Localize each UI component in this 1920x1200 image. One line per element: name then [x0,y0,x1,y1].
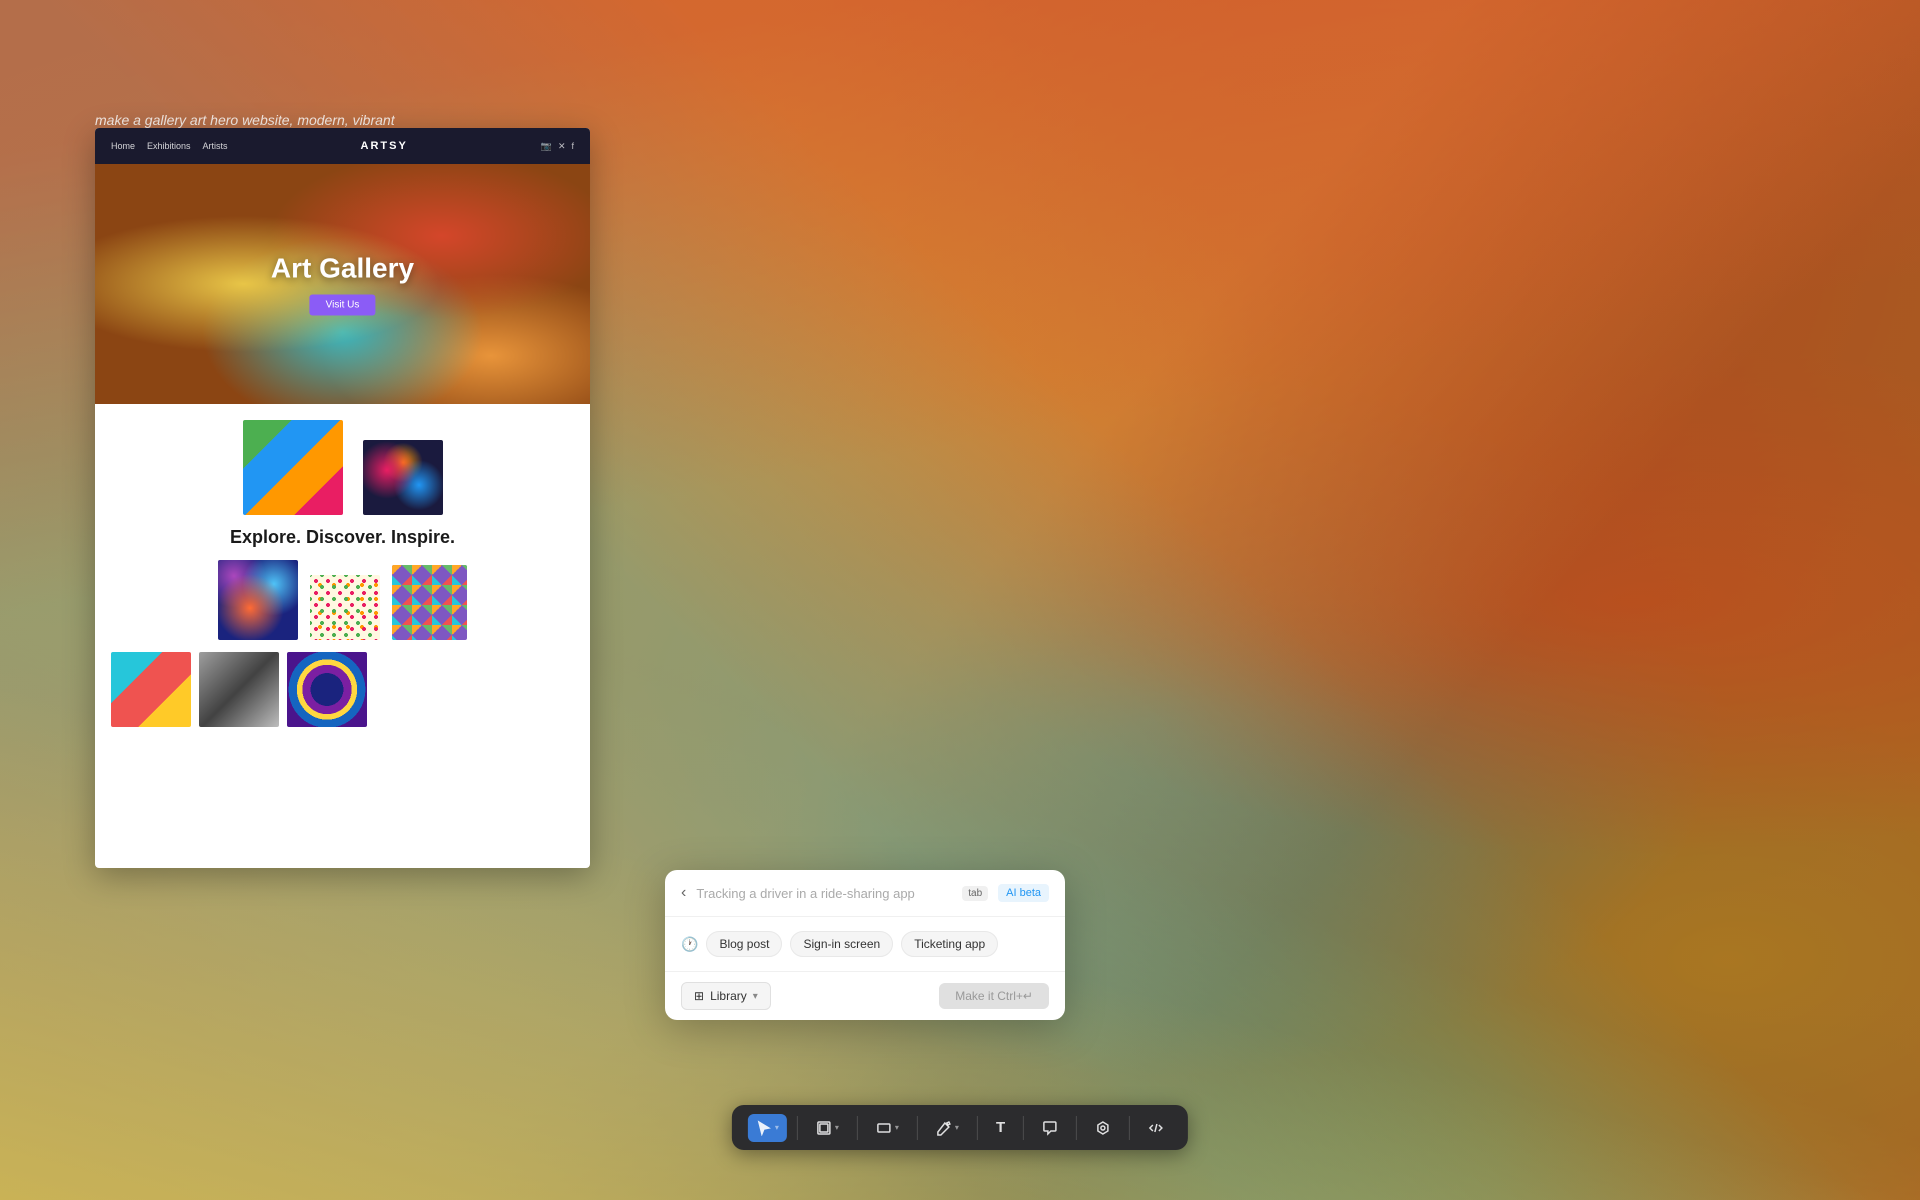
ai-prompt-popup: ‹ Tracking a driver in a ride-sharing ap… [665,870,1065,1020]
gallery-row-1 [111,420,574,515]
suggestion-sign-in-screen[interactable]: Sign-in screen [790,931,893,957]
site-hero: Art Gallery Visit Us [95,164,590,404]
instagram-icon: 📷 [541,141,552,152]
toolbar-divider-3 [917,1116,918,1140]
artwork-8 [287,652,367,727]
plugin-tool-button[interactable] [1087,1114,1119,1142]
artwork-4 [310,575,380,640]
code-icon [1148,1120,1164,1136]
plugin-icon [1095,1120,1111,1136]
ai-popup-header: ‹ Tracking a driver in a ride-sharing ap… [665,870,1065,917]
toolbar-divider-6 [1076,1116,1077,1140]
visit-us-button[interactable]: Visit Us [310,295,376,316]
twitter-icon: ✕ [558,141,566,152]
artwork-8-image [287,652,367,727]
artwork-5 [392,565,467,640]
ai-suggestions: 🕐 Blog post Sign-in screen Ticketing app [665,917,1065,971]
site-header: Home Exhibitions Artists ARTSY 📷 ✕ f [95,128,590,164]
bottom-toolbar: ▾ ▾ ▾ ▾ [732,1105,1188,1150]
select-tool-button[interactable]: ▾ [748,1114,787,1142]
toolbar-divider-1 [797,1116,798,1140]
hero-title: Art Gallery [271,253,414,285]
ai-popup-footer: ⊞ Library ▾ Make it Ctrl+↵ [665,971,1065,1020]
frame-tool-button[interactable]: ▾ [808,1114,847,1142]
gallery-section: Explore. Discover. Inspire. [95,404,590,743]
make-it-button[interactable]: Make it Ctrl+↵ [939,983,1049,1009]
artwork-1 [243,420,343,515]
toolbar-group-pen: ▾ [928,1114,967,1142]
toolbar-group-frame: ▾ [808,1114,847,1142]
library-chevron-icon: ▾ [753,991,758,1002]
artwork-3-image [218,560,298,640]
frame-tool-dropdown-arrow: ▾ [835,1123,839,1132]
rectangle-icon [876,1120,892,1136]
ai-back-button[interactable]: ‹ [681,885,686,901]
nav-home[interactable]: Home [111,141,135,151]
pen-tool-dropdown-arrow: ▾ [955,1123,959,1132]
gallery-row-2 [111,560,574,640]
text-tool-button[interactable]: T [988,1113,1013,1142]
pen-tool-button[interactable]: ▾ [928,1114,967,1142]
artwork-7-image [199,652,279,727]
gallery-row-3 [111,652,574,727]
gallery-tagline: Explore. Discover. Inspire. [111,527,574,548]
cursor-icon [756,1120,772,1136]
nav-exhibitions[interactable]: Exhibitions [147,141,191,151]
artwork-4-image [310,575,380,640]
hero-content: Art Gallery Visit Us [271,253,414,316]
artwork-1-image [243,420,343,515]
artwork-2-image [363,440,443,515]
toolbar-divider-5 [1023,1116,1024,1140]
artwork-5-image [392,565,467,640]
comment-tool-button[interactable] [1034,1114,1066,1142]
library-label: Library [710,989,747,1003]
library-button[interactable]: ⊞ Library ▾ [681,982,771,1010]
site-nav: Home Exhibitions Artists [111,141,228,151]
suggestion-ticketing-app[interactable]: Ticketing app [901,931,998,957]
facebook-icon: f [571,141,574,151]
artwork-3 [218,560,298,640]
site-logo: ARTSY [361,140,408,152]
ai-beta-badge: AI beta [998,884,1049,902]
artwork-7 [199,652,279,727]
shape-tool-button[interactable]: ▾ [868,1114,907,1142]
text-icon: T [996,1119,1005,1136]
code-tool-button[interactable] [1140,1114,1172,1142]
ai-tab-tag: tab [962,886,988,901]
toolbar-divider-7 [1129,1116,1130,1140]
site-social: 📷 ✕ f [541,141,574,152]
suggestion-blog-post[interactable]: Blog post [706,931,782,957]
library-icon: ⊞ [694,989,704,1003]
shape-tool-dropdown-arrow: ▾ [895,1123,899,1132]
clock-icon: 🕐 [681,936,698,953]
website-panel: Home Exhibitions Artists ARTSY 📷 ✕ f Art… [95,128,590,868]
artwork-6 [111,652,191,727]
comment-icon [1042,1120,1058,1136]
nav-artists[interactable]: Artists [203,141,228,151]
toolbar-divider-4 [977,1116,978,1140]
select-tool-dropdown-arrow: ▾ [775,1123,779,1132]
artwork-2 [363,440,443,515]
frame-icon [816,1120,832,1136]
toolbar-group-shape: ▾ [868,1114,907,1142]
prompt-text: make a gallery art hero website, modern,… [95,112,395,128]
toolbar-group-select: ▾ [748,1114,787,1142]
ai-input-placeholder: Tracking a driver in a ride-sharing app [696,886,948,901]
pen-icon [936,1120,952,1136]
artwork-6-image [111,652,191,727]
toolbar-divider-2 [857,1116,858,1140]
